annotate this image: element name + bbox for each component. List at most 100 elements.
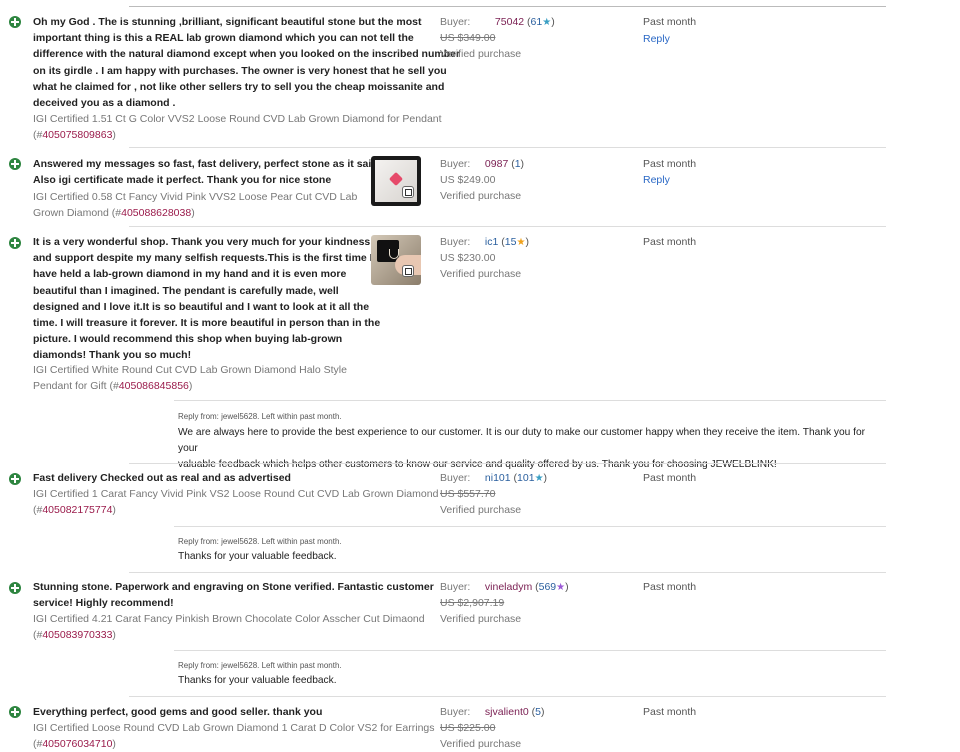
feedback-time: Past month	[643, 581, 697, 593]
verified-purchase: Verified purchase	[440, 268, 522, 280]
positive-plus-icon	[9, 158, 21, 170]
reply-divider	[174, 650, 886, 651]
item-number-link[interactable]: 405083970333	[42, 629, 112, 641]
entry-divider	[129, 572, 886, 573]
feedback-score[interactable]: (61★)	[527, 16, 555, 28]
buyer-info: Buyer: sjvalient0 (5)	[440, 706, 545, 718]
comment-line: designed and I love it.It is so beautifu…	[33, 300, 370, 313]
entry-divider	[129, 696, 886, 697]
feedback-comment: Stunning stone. Paperwork and engraving …	[33, 579, 434, 611]
buyer-name[interactable]: 75042	[495, 16, 524, 28]
item-title: IGI Certified 1.51 Ct G Color VVS2 Loose…	[33, 113, 442, 142]
comment-line: Stunning stone. Paperwork and engraving …	[33, 581, 434, 593]
item-number-link[interactable]: 405088628038	[121, 207, 191, 219]
comment-line: time. I will treasure it forever. It is …	[33, 317, 381, 330]
feedback-time: Past month	[643, 236, 697, 248]
item-number-link[interactable]: 405082175774	[42, 504, 112, 516]
image-gallery-icon	[402, 186, 414, 198]
price: US $557.70	[440, 488, 496, 500]
reply-link[interactable]: Reply	[643, 31, 670, 47]
reply-divider	[174, 400, 886, 401]
buyer-name[interactable]: ic1	[485, 236, 498, 248]
comment-line: and support despite my many selfish requ…	[33, 252, 373, 265]
feedback-time: Past month	[643, 16, 697, 28]
positive-plus-icon	[9, 706, 21, 718]
comment-line: what he claimed for , not like other sel…	[33, 80, 445, 93]
top-divider	[129, 6, 886, 7]
feedback-time: Past month	[643, 706, 697, 718]
entry-divider	[129, 147, 886, 148]
feedback-score[interactable]: (15★)	[501, 236, 529, 248]
item-title: IGI Certified 0.58 Ct Fancy Vivid Pink V…	[33, 191, 358, 220]
feedback-comment: Answered my messages so fast, fast deliv…	[33, 156, 385, 188]
verified-purchase: Verified purchase	[440, 504, 522, 516]
image-gallery-icon	[402, 265, 414, 277]
item-title-line: IGI Certified White Round Cut CVD Lab Gr…	[33, 364, 347, 376]
reply-link[interactable]: Reply	[643, 172, 670, 188]
star-icon: ★	[556, 582, 566, 593]
comment-line: Fast delivery Checked out as real and as…	[33, 472, 291, 484]
star-icon: ★	[534, 473, 544, 484]
seller-reply: Thanks for your valuable feedback.	[178, 549, 878, 565]
product-photo-thumbnail[interactable]	[371, 156, 421, 206]
feedback-score[interactable]: (569★)	[535, 581, 569, 593]
price: US $225.00	[440, 722, 496, 734]
comment-line: service! Highly recommend!	[33, 597, 174, 610]
buyer-name[interactable]: ni101	[485, 472, 511, 484]
verified-purchase: Verified purchase	[440, 190, 522, 202]
buyer-name[interactable]: sjvalient0	[485, 706, 529, 718]
item-number-link[interactable]: 405075809863	[42, 129, 112, 141]
seller-reply-line: Thanks for your valuable feedback.	[178, 551, 337, 562]
price: US $230.00	[440, 252, 496, 264]
verified-purchase: Verified purchase	[440, 48, 522, 60]
product-photo-thumbnail[interactable]	[371, 235, 421, 285]
price: US $2,907.19	[440, 597, 505, 609]
feedback-score[interactable]: (5)	[532, 706, 545, 718]
item-number-link[interactable]: 405086845856	[119, 380, 189, 392]
seller-reply-line: We are always here to provide the best e…	[178, 427, 866, 454]
feedback-comment: Fast delivery Checked out as real and as…	[33, 470, 291, 486]
item-title: IGI Certified 4.21 Carat Fancy Pinkish B…	[33, 613, 425, 642]
feedback-time: Past month	[643, 158, 697, 170]
buyer-name[interactable]: vineladym	[485, 581, 532, 593]
item-title: IGI Certified 1 Carat Fancy Vivid Pink V…	[33, 488, 439, 517]
comment-line: Everything perfect, good gems and good s…	[33, 706, 323, 718]
seller-reply-line: Thanks for your valuable feedback.	[178, 675, 337, 686]
comment-line: deceived you as a diamond .	[33, 97, 176, 110]
feedback-time: Past month	[643, 472, 697, 484]
buyer-info: Buyer: ic1 (15★)	[440, 236, 529, 248]
entry-divider	[129, 463, 886, 464]
item-title: IGI Certified Loose Round CVD Lab Grown …	[33, 722, 435, 751]
feedback-score[interactable]: (1)	[511, 158, 524, 170]
comment-line: difference with the natural diamond exce…	[33, 48, 461, 61]
star-icon: ★	[516, 237, 526, 248]
item-title: IGI Certified White Round Cut CVD Lab Gr…	[33, 364, 347, 393]
feedback-comment: It is a very wonderful shop. Thank you v…	[33, 234, 380, 364]
feedback-comment: Everything perfect, good gems and good s…	[33, 704, 322, 720]
comment-line: Oh my God . The is stunning ,brilliant, …	[33, 16, 422, 28]
positive-plus-icon	[9, 473, 21, 485]
comment-line: on its girdle . I am happy with purchase…	[33, 64, 447, 77]
item-title-line: IGI Certified Loose Round CVD Lab Grown …	[33, 722, 435, 734]
feedback-score[interactable]: (101★)	[514, 472, 548, 484]
item-number-link[interactable]: 405076034710	[42, 738, 112, 750]
comment-line: picture. I would recommend this shop whe…	[33, 333, 343, 346]
comment-line: beautiful than I imagined. The pendant i…	[33, 284, 339, 297]
positive-plus-icon	[9, 237, 21, 249]
item-title-line: IGI Certified 0.58 Ct Fancy Vivid Pink V…	[33, 191, 358, 203]
comment-line: Answered my messages so fast, fast deliv…	[33, 158, 385, 170]
comment-line: have held a lab-grown diamond in my hand…	[33, 268, 347, 281]
verified-purchase: Verified purchase	[440, 738, 522, 750]
price: US $349.00	[440, 32, 496, 44]
feedback-comment: Oh my God . The is stunning ,brilliant, …	[33, 14, 460, 111]
seller-reply: Thanks for your valuable feedback.	[178, 673, 878, 689]
buyer-name[interactable]: 0987	[485, 158, 508, 170]
comment-line: Also igi certificate made it perfect. Th…	[33, 174, 332, 187]
buyer-info: Buyer: 75042 (61★)	[440, 16, 555, 28]
entry-divider	[129, 226, 886, 227]
reply-divider	[174, 526, 886, 527]
verified-purchase: Verified purchase	[440, 613, 522, 625]
item-title-line: IGI Certified 1.51 Ct G Color VVS2 Loose…	[33, 113, 442, 125]
pink-diamond-image	[388, 171, 404, 187]
item-title-line: IGI Certified 4.21 Carat Fancy Pinkish B…	[33, 613, 425, 625]
